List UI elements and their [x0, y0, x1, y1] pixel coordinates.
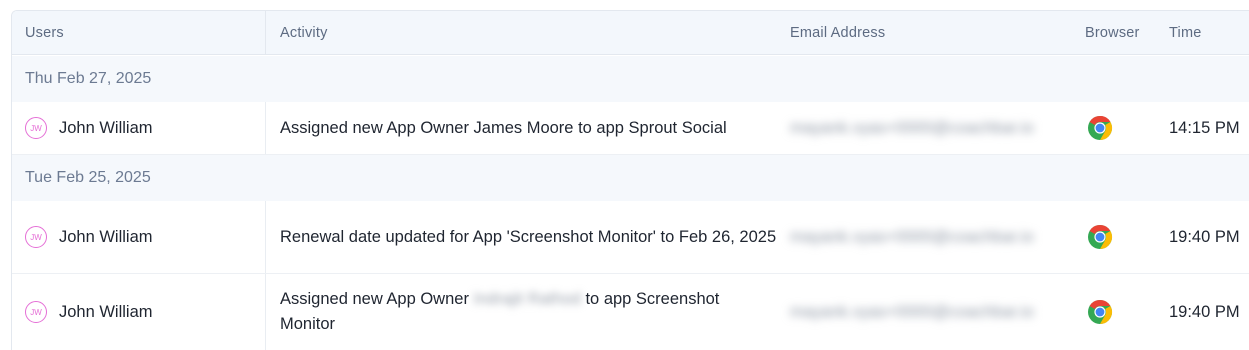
user-name: John William: [59, 227, 153, 246]
column-header-email[interactable]: Email Address: [790, 11, 1080, 55]
time-text: 14:15 PM: [1169, 118, 1240, 137]
redacted-owner-name: Indrajit Rathod: [473, 290, 581, 308]
column-header-activity[interactable]: Activity: [267, 11, 787, 55]
activity-text-start: Assigned new App Owner: [280, 290, 469, 308]
browser-cell: [1085, 274, 1165, 350]
chrome-icon: [1088, 300, 1113, 324]
time-text: 19:40 PM: [1169, 302, 1240, 321]
date-group-header: Thu Feb 27, 2025: [12, 56, 1249, 102]
avatar: JW: [25, 226, 47, 248]
email-address: mayank.vyas+0000@coachbar.io: [790, 227, 1034, 246]
user-name: John William: [59, 118, 153, 137]
table-header: Users Activity Email Address Browser Tim…: [12, 11, 1249, 55]
chrome-icon: [1088, 225, 1113, 249]
browser-cell: [1085, 201, 1165, 273]
activity-text: Assigned new App Owner Indrajit Rathod t…: [267, 274, 787, 350]
column-header-browser[interactable]: Browser: [1085, 11, 1165, 55]
column-header-time[interactable]: Time: [1169, 11, 1249, 55]
user-cell: JW John William: [12, 201, 266, 273]
browser-cell: [1085, 102, 1165, 154]
user-cell: JW John William: [12, 274, 266, 350]
table-row[interactable]: JW John William Renewal date updated for…: [12, 201, 1249, 274]
activity-log-table: Users Activity Email Address Browser Tim…: [11, 10, 1249, 350]
email-address: mayank.vyas+0000@coachbar.io: [790, 118, 1034, 137]
email-address: mayank.vyas+0000@coachbar.io: [790, 302, 1034, 321]
date-group-header: Tue Feb 25, 2025: [12, 155, 1249, 201]
user-name: John William: [59, 302, 153, 321]
avatar: JW: [25, 117, 47, 139]
user-cell: JW John William: [12, 102, 266, 154]
avatar: JW: [25, 301, 47, 323]
table-row[interactable]: JW John William Assigned new App Owner I…: [12, 274, 1249, 350]
activity-text: Assigned new App Owner James Moore to ap…: [280, 118, 727, 137]
time-text: 19:40 PM: [1169, 227, 1240, 246]
column-header-users[interactable]: Users: [12, 11, 266, 55]
chrome-icon: [1088, 116, 1113, 140]
table-row[interactable]: JW John William Assigned new App Owner J…: [12, 102, 1249, 155]
activity-text: Renewal date updated for App 'Screenshot…: [280, 227, 777, 246]
